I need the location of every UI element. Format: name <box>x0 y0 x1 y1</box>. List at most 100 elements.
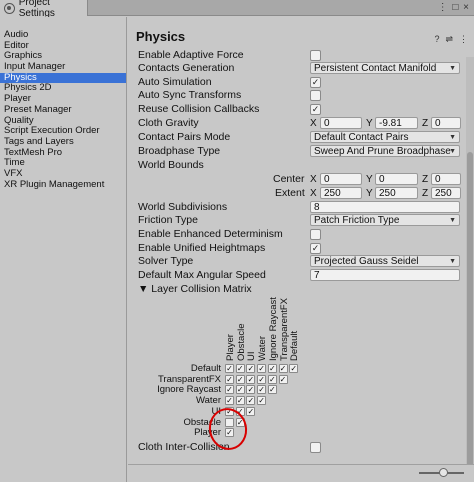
matrix-column-label: Default <box>289 330 301 361</box>
checkbox-enable-unified-heightmaps[interactable]: ✓ <box>310 243 321 254</box>
settings-gear-icon <box>4 2 15 14</box>
sidebar-item-tags-and-layers[interactable]: Tags and Layers <box>0 137 126 148</box>
checkbox-enable-enhanced-determinism[interactable] <box>310 229 321 240</box>
matrix-row-label: Player <box>194 427 221 439</box>
row-enable-unified-heightmaps: Enable Unified Heightmaps ✓ <box>138 242 463 255</box>
checkbox-cloth-inter-collision[interactable] <box>310 442 321 453</box>
sidebar-item-physics-2d[interactable]: Physics 2D <box>0 83 126 94</box>
extent-z[interactable]: 250 <box>431 187 461 199</box>
matrix-checkbox[interactable]: ✓ <box>278 364 288 373</box>
row-world-bounds: World Bounds <box>138 159 463 172</box>
main-panel: Physics ? ⇌ ⋮ Enable Adaptive Force Cont… <box>128 17 474 482</box>
row-auto-sync-transforms: Auto Sync Transforms <box>138 89 463 102</box>
matrix-checkbox[interactable]: ✓ <box>225 374 234 384</box>
matrix-column-label: Water <box>257 336 269 361</box>
matrix-row-label: Ignore Raycast <box>157 384 221 396</box>
matrix-checkbox[interactable]: ✓ <box>289 364 299 373</box>
matrix-checkbox[interactable]: ✓ <box>267 374 277 384</box>
preset-icon[interactable]: ⇌ <box>445 34 453 45</box>
row-friction-type: Friction Type Patch Friction Type <box>138 214 463 227</box>
more-icon[interactable]: ⋮ <box>459 34 468 45</box>
cloth-gravity-x[interactable]: 0 <box>320 117 362 129</box>
matrix-checkbox[interactable]: ✓ <box>225 385 234 395</box>
row-solver-type: Solver Type Projected Gauss Seidel <box>138 255 463 268</box>
title-bar: Project Settings ⋮ □ × <box>0 0 474 19</box>
sidebar-item-audio[interactable]: Audio <box>0 30 126 41</box>
matrix-checkbox[interactable]: ✓ <box>235 374 245 384</box>
label-solver-type: Solver Type <box>138 255 194 267</box>
extent-y[interactable]: 250 <box>375 187 418 199</box>
row-reuse-collision-callbacks: Reuse Collision Callbacks ✓ <box>138 103 463 116</box>
dropdown-contact-pairs-mode[interactable]: Default Contact Pairs <box>310 131 460 143</box>
sidebar-item-preset-manager[interactable]: Preset Manager <box>0 105 126 116</box>
row-layer-collision-matrix[interactable]: ▼ Layer Collision Matrix <box>138 283 463 296</box>
matrix-checkbox[interactable]: ✓ <box>257 396 267 406</box>
center-x[interactable]: 0 <box>320 173 362 185</box>
matrix-checkbox[interactable]: ✓ <box>246 406 256 416</box>
axis-x-label: X <box>310 174 317 185</box>
input-world-subdivisions[interactable]: 8 <box>310 201 460 213</box>
matrix-checkbox[interactable]: ✓ <box>257 374 267 384</box>
dropdown-broadphase-type[interactable]: Sweep And Prune Broadphase <box>310 145 460 157</box>
matrix-checkbox[interactable]: ✓ <box>246 374 256 384</box>
center-y[interactable]: 0 <box>375 173 418 185</box>
checkbox-enable-adaptive-force[interactable] <box>310 50 321 61</box>
sidebar-item-script-execution-order[interactable]: Script Execution Order <box>0 126 126 137</box>
matrix-checkbox[interactable]: ✓ <box>246 396 256 406</box>
sidebar-item-vfx[interactable]: VFX <box>0 169 126 180</box>
label-extent: Extent <box>275 187 305 199</box>
sidebar: Audio Editor Graphics Input Manager Physics P… <box>0 17 127 482</box>
checkbox-reuse-collision-callbacks[interactable]: ✓ <box>310 104 321 115</box>
center-z[interactable]: 0 <box>431 173 461 185</box>
dropdown-friction-type[interactable]: Patch Friction Type <box>310 214 460 226</box>
axis-z-label: Z <box>422 118 429 129</box>
sidebar-item-graphics[interactable]: Graphics <box>0 51 126 62</box>
matrix-checkbox[interactable]: ✓ <box>257 385 267 395</box>
zoom-slider-thumb[interactable] <box>439 468 448 477</box>
dropdown-contacts-generation[interactable]: Persistent Contact Manifold <box>310 62 460 74</box>
help-icon[interactable]: ? <box>434 34 439 45</box>
matrix-checkbox[interactable]: ✓ <box>235 385 245 395</box>
header-icons: ? ⇌ ⋮ <box>434 34 468 45</box>
sidebar-item-time[interactable]: Time <box>0 158 126 169</box>
checkbox-auto-simulation[interactable]: ✓ <box>310 77 321 88</box>
label-center: Center <box>273 173 305 185</box>
page-title: Physics <box>136 29 186 44</box>
sidebar-item-player[interactable]: Player <box>0 94 126 105</box>
matrix-checkbox[interactable]: ✓ <box>246 385 256 395</box>
row-world-subdivisions: World Subdivisions 8 <box>138 201 463 214</box>
tab-project-settings[interactable]: Project Settings <box>0 0 88 19</box>
label-reuse-collision-callbacks: Reuse Collision Callbacks <box>138 103 260 115</box>
input-default-max-angular-speed[interactable]: 7 <box>310 269 460 281</box>
checkbox-auto-sync-transforms[interactable] <box>310 90 321 101</box>
matrix-checkbox[interactable]: ✓ <box>235 364 245 373</box>
sidebar-item-xr-plugin-management[interactable]: XR Plugin Management <box>0 180 126 191</box>
sidebar-item-quality[interactable]: Quality <box>0 116 126 127</box>
scrollbar-thumb[interactable] <box>467 152 473 482</box>
row-cloth-gravity: Cloth Gravity X 0 Y -9.81 Z 0 <box>138 117 463 130</box>
matrix-checkbox[interactable]: ✓ <box>225 364 234 373</box>
window-menu-icon[interactable]: ⋮ □ × <box>438 2 470 13</box>
sidebar-item-input-manager[interactable]: Input Manager <box>0 62 126 73</box>
label-default-max-angular-speed: Default Max Angular Speed <box>138 269 266 281</box>
label-contacts-generation: Contacts Generation <box>138 62 235 74</box>
matrix-checkbox[interactable]: ✓ <box>267 385 277 395</box>
matrix-column-label: TransparentFX <box>278 297 290 361</box>
cloth-gravity-y[interactable]: -9.81 <box>375 117 418 129</box>
matrix-checkbox[interactable]: ✓ <box>235 396 245 406</box>
matrix-checkbox[interactable]: ✓ <box>246 364 256 373</box>
foldout-layer-collision-matrix[interactable]: ▼ Layer Collision Matrix <box>138 283 252 296</box>
sidebar-item-textmesh-pro[interactable]: TextMesh Pro <box>0 148 126 159</box>
label-auto-simulation: Auto Simulation <box>138 76 212 88</box>
row-contacts-generation: Contacts Generation Persistent Contact M… <box>138 62 463 75</box>
matrix-checkbox[interactable]: ✓ <box>267 364 277 373</box>
matrix-checkbox[interactable]: ✓ <box>257 364 267 373</box>
matrix-checkbox[interactable]: ✓ <box>278 374 288 384</box>
extent-x[interactable]: 250 <box>320 187 362 199</box>
dropdown-solver-type[interactable]: Projected Gauss Seidel <box>310 255 460 267</box>
matrix-checkbox[interactable]: ✓ <box>225 396 234 406</box>
cloth-gravity-z[interactable]: 0 <box>431 117 461 129</box>
row-enable-adaptive-force: Enable Adaptive Force <box>138 49 463 62</box>
sidebar-item-physics[interactable]: Physics <box>0 72 126 84</box>
sidebar-item-editor[interactable]: Editor <box>0 41 126 52</box>
